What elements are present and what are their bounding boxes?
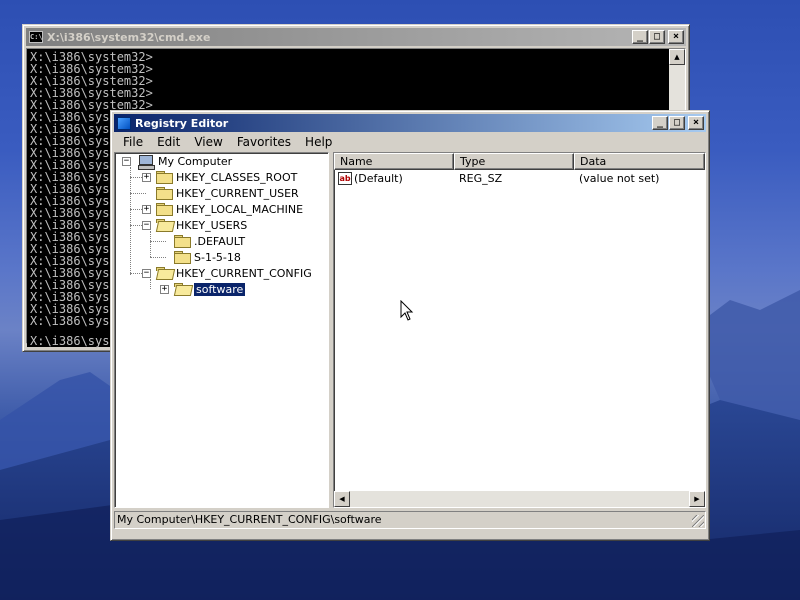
tree-line (150, 241, 166, 242)
regedit-minimize-button[interactable]: _ (652, 116, 668, 130)
collapse-icon[interactable]: − (122, 157, 131, 166)
menu-help[interactable]: Help (298, 135, 339, 149)
mouse-cursor-icon (400, 300, 414, 321)
expand-icon[interactable]: + (160, 285, 169, 294)
regedit-window[interactable]: Registry Editor _ □ × File Edit View Fav… (110, 110, 710, 541)
cmd-titlebar[interactable]: C:\ X:\i386\system32\cmd.exe _ □ × (26, 28, 686, 46)
tree-label: .DEFAULT (194, 234, 246, 248)
folder-icon (156, 203, 173, 216)
cmd-close-button[interactable]: × (668, 30, 684, 44)
folder-open-icon (174, 283, 190, 295)
tree-node-hkcc[interactable]: HKEY_CURRENT_CONFIG (156, 265, 312, 281)
tree-node-hkcu[interactable]: HKEY_CURRENT_USER (156, 185, 299, 201)
resize-grip-icon[interactable] (692, 515, 704, 527)
cmd-minimize-button[interactable]: _ (632, 30, 648, 44)
values-list[interactable]: Name Type Data ab (Default) REG_SZ (value… (333, 152, 706, 508)
tree-node-hku-default[interactable]: .DEFAULT (174, 233, 245, 249)
column-type[interactable]: Type (454, 153, 574, 170)
tree-label: HKEY_LOCAL_MACHINE (176, 202, 304, 216)
menu-bar: File Edit View Favorites Help (114, 132, 706, 152)
status-bar: My Computer\HKEY_CURRENT_CONFIG\software (114, 511, 706, 529)
key-tree[interactable]: − My Computer + HKEY_CLASSES_ROOT HKEY_C… (114, 152, 329, 508)
regedit-close-button[interactable]: × (688, 116, 704, 130)
regedit-titlebar[interactable]: Registry Editor _ □ × (114, 114, 706, 132)
column-header: Name Type Data (334, 153, 705, 170)
folder-icon (156, 187, 173, 200)
menu-file[interactable]: File (116, 135, 150, 149)
tree-label: HKEY_CURRENT_USER (176, 186, 299, 200)
computer-icon (138, 154, 155, 170)
regedit-app-icon (117, 116, 131, 130)
folder-icon (174, 235, 191, 248)
expand-icon[interactable]: + (142, 205, 151, 214)
regedit-maximize-button[interactable]: □ (669, 116, 685, 130)
regedit-title: Registry Editor (135, 116, 229, 130)
tree-line (130, 193, 146, 194)
horizontal-scrollbar[interactable]: ◀ ▶ (334, 491, 705, 507)
tree-label: HKEY_USERS (176, 218, 248, 232)
expand-icon[interactable]: + (142, 173, 151, 182)
column-data[interactable]: Data (574, 153, 705, 170)
cmd-title: X:\i386\system32\cmd.exe (47, 30, 211, 44)
value-data: (value not set) (579, 172, 660, 185)
folder-icon (156, 171, 173, 184)
cmd-app-icon: C:\ (29, 31, 43, 43)
tree-line (150, 257, 166, 258)
value-row[interactable]: ab (Default) REG_SZ (value not set) (334, 170, 705, 187)
value-name-cell: ab (Default) (334, 172, 454, 186)
folder-open-icon (156, 219, 172, 231)
tree-label: My Computer (158, 154, 233, 168)
scroll-right-icon[interactable]: ▶ (689, 491, 705, 507)
tree-label: HKEY_CURRENT_CONFIG (176, 266, 312, 280)
cmd-maximize-button[interactable]: □ (649, 30, 665, 44)
value-type: REG_SZ (459, 172, 503, 185)
menu-edit[interactable]: Edit (150, 135, 187, 149)
scroll-left-icon[interactable]: ◀ (334, 491, 350, 507)
tree-line (130, 167, 131, 275)
tree-node-hklm[interactable]: HKEY_LOCAL_MACHINE (156, 201, 303, 217)
scroll-track[interactable] (350, 491, 689, 507)
tree-label: S-1-5-18 (194, 250, 241, 264)
menu-view[interactable]: View (187, 135, 229, 149)
folder-open-icon (156, 267, 172, 279)
column-name[interactable]: Name (334, 153, 454, 170)
value-name: (Default) (354, 171, 403, 185)
tree-line (150, 231, 151, 257)
tree-node-my-computer[interactable]: My Computer (138, 153, 233, 170)
tree-label: HKEY_CLASSES_ROOT (176, 170, 298, 184)
folder-icon (174, 251, 191, 264)
menu-favorites[interactable]: Favorites (230, 135, 298, 149)
tree-node-hku[interactable]: HKEY_USERS (156, 217, 247, 233)
cmd-scroll-up-icon[interactable]: ▲ (669, 49, 685, 65)
tree-line (150, 279, 151, 289)
regedit-panes: − My Computer + HKEY_CLASSES_ROOT HKEY_C… (114, 152, 706, 508)
tree-label-selected: software (192, 281, 247, 297)
status-path: My Computer\HKEY_CURRENT_CONFIG\software (117, 513, 382, 526)
collapse-icon[interactable]: − (142, 269, 151, 278)
tree-node-hku-s-1-5-18[interactable]: S-1-5-18 (174, 249, 241, 265)
collapse-icon[interactable]: − (142, 221, 151, 230)
tree-node-hkcr[interactable]: HKEY_CLASSES_ROOT (156, 169, 297, 185)
string-value-icon: ab (338, 172, 352, 186)
tree-node-hkcc-software[interactable]: software (174, 281, 247, 297)
